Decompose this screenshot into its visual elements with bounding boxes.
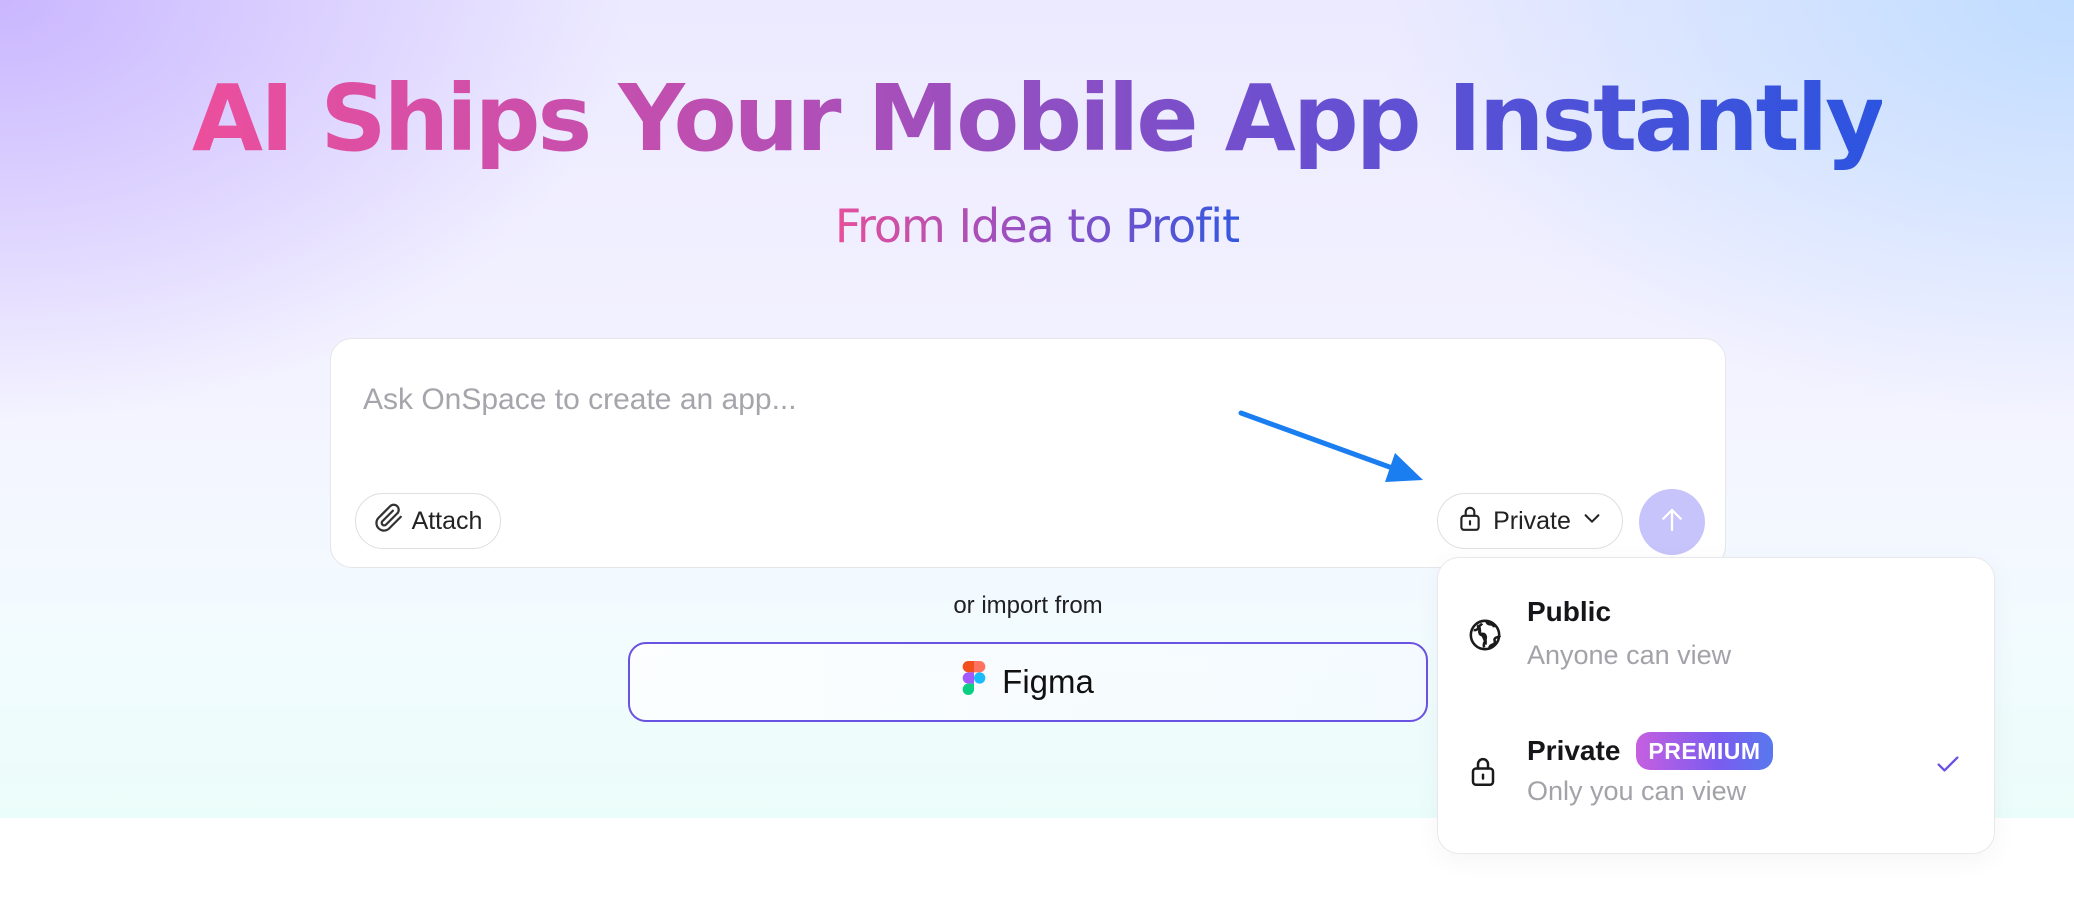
- privacy-option-description: Only you can view: [1527, 776, 1747, 806]
- paperclip-icon: [374, 503, 404, 540]
- attach-button[interactable]: Attach: [355, 493, 501, 549]
- hero-headline-text: AI Ships Your Mobile App Instantly: [191, 65, 1885, 172]
- privacy-option-title: Private: [1527, 735, 1621, 766]
- privacy-menu: Public Anyone can view Private PREMIUM O…: [1437, 557, 1995, 854]
- prompt-box: Attach Private: [330, 338, 1726, 568]
- hero-subheadline-text: From Idea to Profit: [835, 196, 1240, 256]
- check-icon: [1934, 750, 1962, 783]
- attach-label: Attach: [411, 506, 483, 535]
- figma-label: Figma: [1002, 663, 1094, 700]
- lock-icon: [1457, 504, 1483, 539]
- annotation-arrow-icon: [1238, 410, 1423, 482]
- prompt-input[interactable]: [363, 375, 1363, 425]
- globe-icon: [1468, 618, 1502, 657]
- hero-headline: AI Ships Your Mobile App Instantly: [0, 64, 2074, 174]
- send-button[interactable]: [1639, 489, 1705, 555]
- privacy-option-public[interactable]: Public Anyone can view: [1438, 584, 1994, 694]
- privacy-option-private[interactable]: Private PREMIUM Only you can view: [1438, 720, 1994, 830]
- figma-logo-icon: [962, 661, 986, 703]
- arrow-up-icon: [1657, 505, 1687, 540]
- premium-badge: PREMIUM: [1636, 732, 1773, 770]
- privacy-option-title: Public: [1527, 596, 1612, 627]
- privacy-option-description: Anyone can view: [1527, 640, 1732, 670]
- hero-subheadline: From Idea to Profit: [0, 196, 2074, 256]
- lock-icon: [1468, 754, 1498, 793]
- privacy-label: Private: [1493, 506, 1571, 535]
- import-figma-button[interactable]: Figma: [628, 642, 1428, 722]
- privacy-dropdown-button[interactable]: Private: [1437, 493, 1623, 549]
- chevron-down-icon: [1581, 507, 1603, 536]
